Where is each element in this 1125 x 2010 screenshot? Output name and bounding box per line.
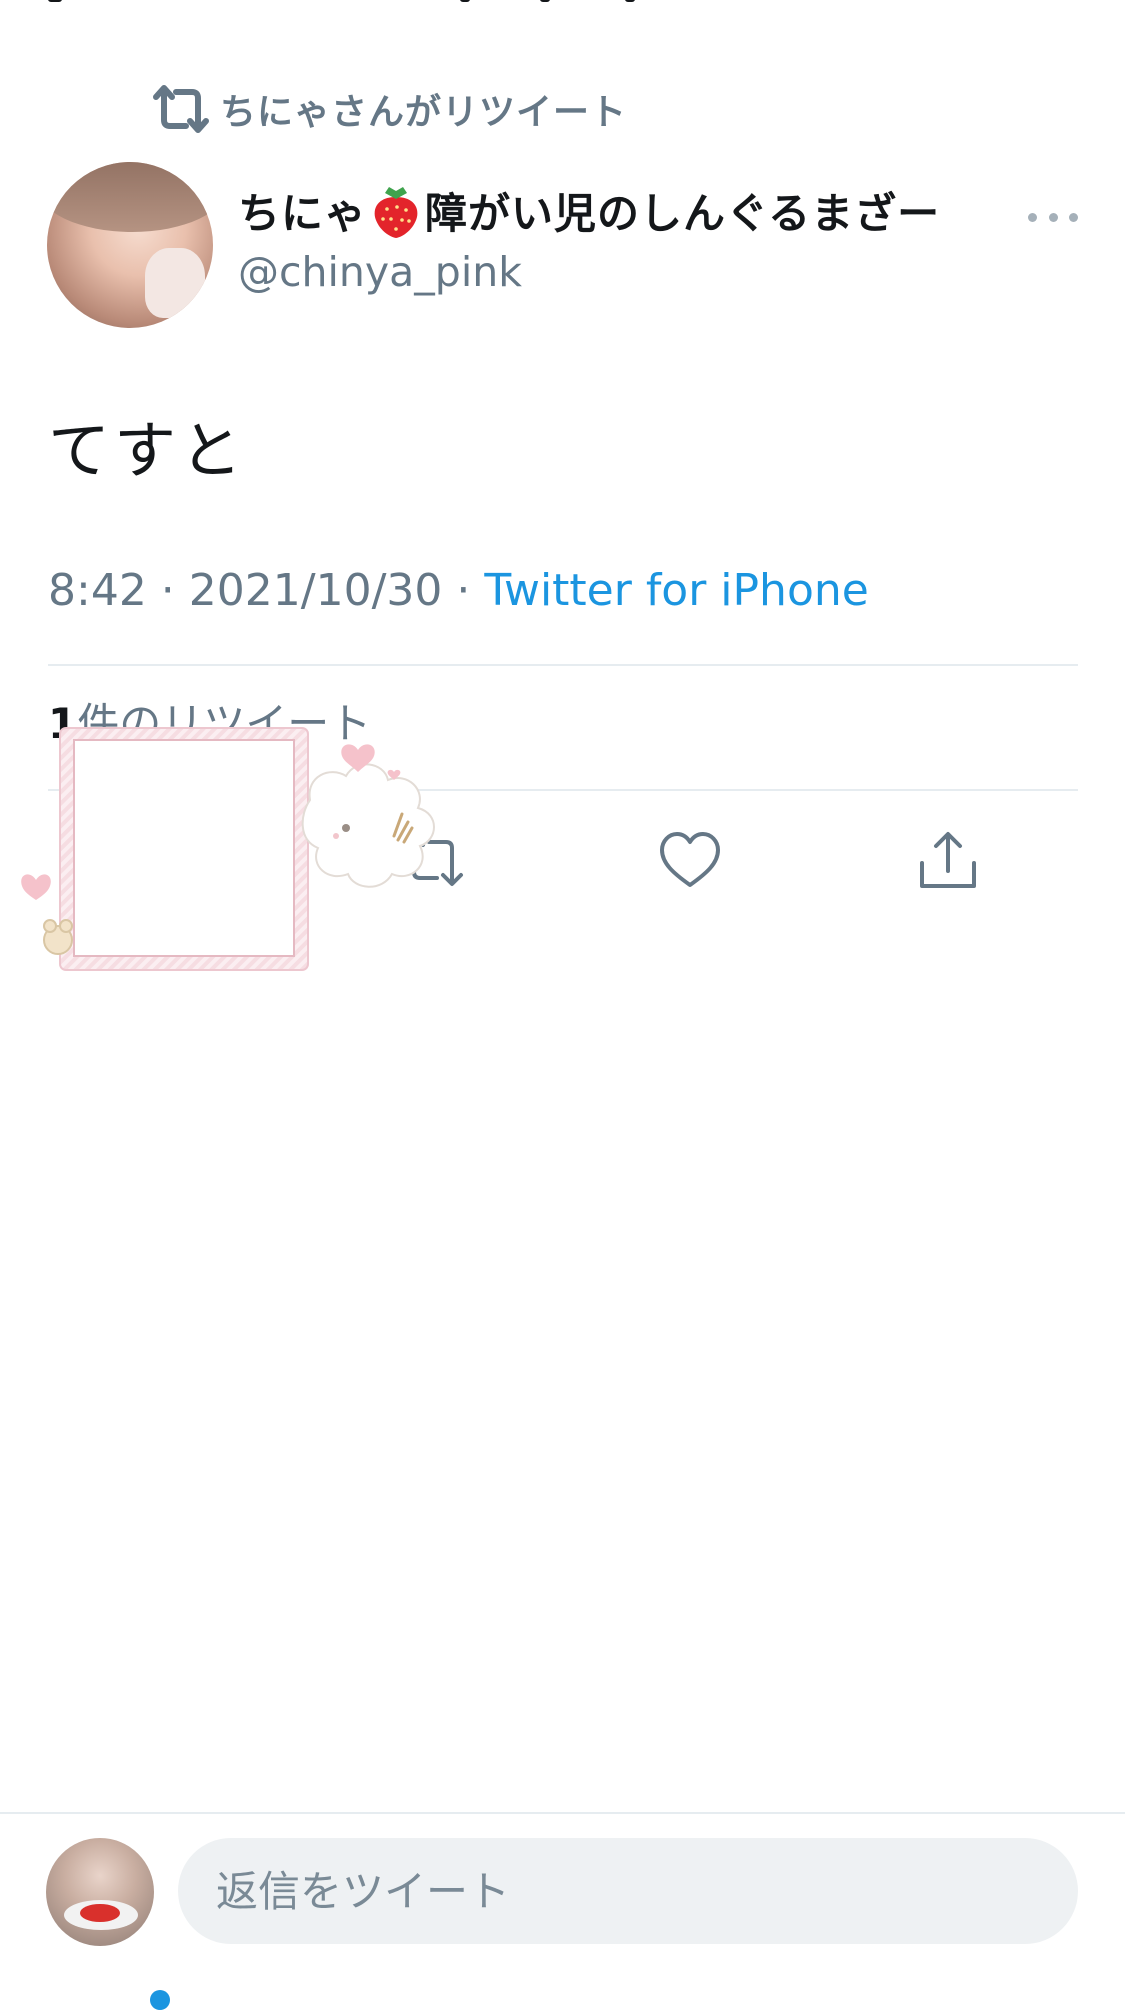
author-handle[interactable]: @chinya_pink xyxy=(238,248,522,296)
divider xyxy=(48,664,1078,666)
cropped-header-text xyxy=(0,0,1125,14)
tweet-actions xyxy=(48,820,1078,900)
cropped-bottom-indicator xyxy=(150,1990,170,2010)
current-user-avatar[interactable] xyxy=(46,1838,154,1946)
author-display-name[interactable]: ちにゃ 障がい児のしんぐるまざー xyxy=(238,180,940,241)
more-options-icon[interactable] xyxy=(1028,200,1078,234)
strawberry-icon xyxy=(374,186,418,238)
tweet-date: 2021/10/30 xyxy=(188,565,443,616)
reply-icon xyxy=(149,834,203,888)
tweet-meta: 8:42 · 2021/10/30 · Twitter for iPhone xyxy=(48,565,869,616)
retweet-count-label: 件のリツイート xyxy=(77,699,372,748)
retweet-count: 1 xyxy=(48,699,78,748)
retweet-button[interactable] xyxy=(393,820,473,900)
share-icon xyxy=(920,832,976,888)
retweet-icon xyxy=(153,85,209,133)
tweet-text: てすと xyxy=(48,414,247,487)
meta-separator-2: · xyxy=(442,565,485,616)
tweet-time: 8:42 xyxy=(48,565,147,616)
like-icon xyxy=(660,832,720,887)
author-name-part-1: ちにゃ xyxy=(238,189,368,238)
reply-bar-divider xyxy=(0,1812,1125,1814)
retweet-context[interactable]: ちにゃさんがリツイート xyxy=(152,82,627,136)
retweet-context-label: ちにゃさんがリツイート xyxy=(220,92,628,133)
meta-separator-1: · xyxy=(146,565,189,616)
author-avatar[interactable] xyxy=(47,162,213,328)
author-name-part-2: 障がい児のしんぐるまざー xyxy=(425,189,941,238)
reply-button[interactable] xyxy=(136,820,216,900)
retweet-count-row[interactable]: 1件のリツイート xyxy=(48,690,371,751)
retweet-icon xyxy=(403,834,463,886)
like-button[interactable] xyxy=(650,820,730,900)
tweet-source-link[interactable]: Twitter for iPhone xyxy=(484,565,868,616)
divider xyxy=(48,789,1078,791)
reply-input[interactable] xyxy=(178,1838,1078,1944)
share-button[interactable] xyxy=(908,820,988,900)
